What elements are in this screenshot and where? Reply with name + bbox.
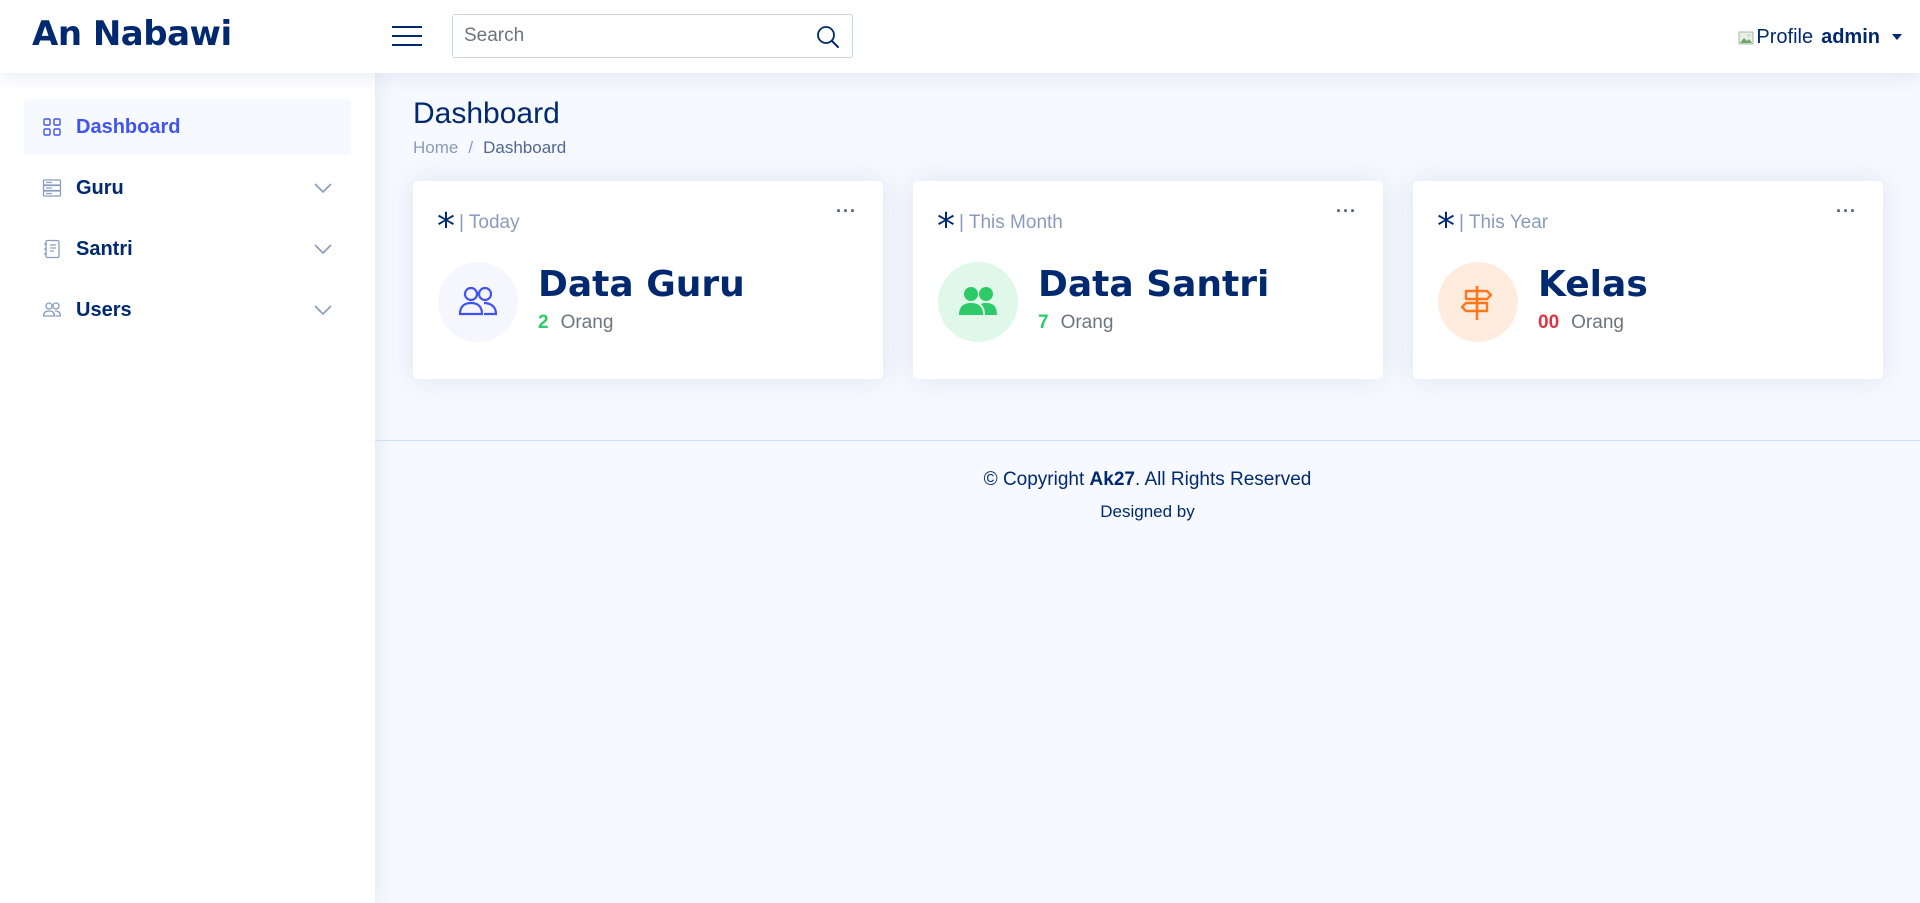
- copyright-brand: Ak27: [1089, 469, 1135, 490]
- search-icon[interactable]: [814, 23, 842, 51]
- profile-dropdown[interactable]: Profile admin: [1738, 22, 1902, 52]
- top-header: An Nabawi Profile admin: [0, 0, 1920, 73]
- broken-image-icon: [1738, 29, 1754, 45]
- card-kelas: * | This Year ··· Kelas 00 Orang: [1413, 181, 1883, 379]
- card-filter-label: | This Month: [959, 212, 1063, 233]
- card-title: Kelas: [1538, 264, 1648, 305]
- card-header: * | Today: [437, 205, 520, 245]
- menu-toggle-icon[interactable]: [392, 24, 422, 48]
- more-options-icon[interactable]: ···: [836, 201, 857, 222]
- search-input[interactable]: [453, 15, 793, 57]
- people-icon: [42, 302, 62, 317]
- card-count-row: 2 Orang: [538, 312, 613, 334]
- card-title: Data Guru: [538, 264, 745, 305]
- copyright-suffix: . All Rights Reserved: [1134, 469, 1312, 490]
- designed-by-text: Designed by: [1100, 502, 1195, 521]
- card-filter-label: | This Year: [1459, 212, 1549, 233]
- page-title: Dashboard: [413, 97, 560, 130]
- copyright-prefix: © Copyright: [983, 469, 1090, 490]
- profile-name[interactable]: admin: [1821, 26, 1880, 49]
- sidebar-item-label: Dashboard: [76, 115, 181, 138]
- asterisk-icon: *: [437, 206, 455, 247]
- card-header: * | This Month: [937, 205, 1063, 245]
- sidebar-item-label: Guru: [76, 176, 124, 199]
- signpost-icon: [1460, 286, 1493, 320]
- document-icon: [44, 239, 60, 259]
- card-unit: Orang: [1060, 312, 1114, 333]
- asterisk-icon: *: [937, 206, 955, 247]
- card-icon-circle: [1438, 262, 1518, 342]
- card-count: 2: [538, 312, 549, 333]
- card-unit: Orang: [1571, 312, 1624, 333]
- more-options-icon[interactable]: ···: [1836, 201, 1857, 222]
- chevron-down-icon[interactable]: [313, 240, 333, 258]
- avatar-alt-text: Profile: [1756, 25, 1814, 48]
- chevron-down-icon[interactable]: [313, 301, 333, 319]
- more-options-icon[interactable]: ···: [1336, 201, 1357, 222]
- footer: © Copyright Ak27. All Rights Reserved De…: [375, 440, 1920, 560]
- card-count: 7: [1038, 312, 1049, 333]
- asterisk-icon: *: [1437, 206, 1455, 247]
- chevron-down-icon[interactable]: [313, 179, 333, 197]
- sidebar-item-santri[interactable]: Santri: [24, 221, 351, 277]
- sidebar-item-dashboard[interactable]: Dashboard: [24, 99, 351, 155]
- copyright-text: © Copyright Ak27. All Rights Reserved: [375, 469, 1920, 491]
- app-logo[interactable]: An Nabawi: [32, 14, 232, 54]
- caret-down-icon[interactable]: [1892, 34, 1902, 40]
- search-bar: [452, 14, 853, 58]
- breadcrumb-current: Dashboard: [483, 138, 567, 157]
- card-data-guru: * | Today ··· Data Guru 2 Orang: [413, 181, 883, 379]
- breadcrumb: Home / Dashboard: [413, 138, 566, 158]
- card-count-row: 7 Orang: [1038, 312, 1113, 334]
- card-header: * | This Year: [1437, 205, 1549, 245]
- card-unit: Orang: [560, 312, 614, 333]
- card-icon-circle: [938, 262, 1018, 342]
- sidebar-item-users[interactable]: Users: [24, 282, 351, 338]
- card-count-row: 00 Orang: [1538, 312, 1624, 334]
- card-filter-label: | Today: [459, 212, 520, 233]
- people-outline-icon: [458, 286, 498, 316]
- avatar: Profile: [1738, 26, 1813, 49]
- card-data-santri: * | This Month ··· Data Santri 7 Orang: [913, 181, 1383, 379]
- grid-icon: [43, 118, 61, 136]
- card-count: 00: [1538, 312, 1560, 333]
- breadcrumb-separator: /: [468, 138, 474, 157]
- sidebar-item-label: Users: [76, 298, 132, 321]
- sidebar-item-guru[interactable]: Guru: [24, 160, 351, 216]
- server-icon: [42, 179, 62, 197]
- card-icon-circle: [438, 262, 518, 342]
- main-content: Dashboard Home / Dashboard * | Today ···…: [375, 73, 1920, 903]
- people-fill-icon: [959, 287, 997, 315]
- breadcrumb-home-link[interactable]: Home: [413, 138, 458, 158]
- sidebar: Dashboard Guru Santri Users: [0, 73, 375, 903]
- card-title: Data Santri: [1038, 264, 1270, 305]
- sidebar-item-label: Santri: [76, 237, 133, 260]
